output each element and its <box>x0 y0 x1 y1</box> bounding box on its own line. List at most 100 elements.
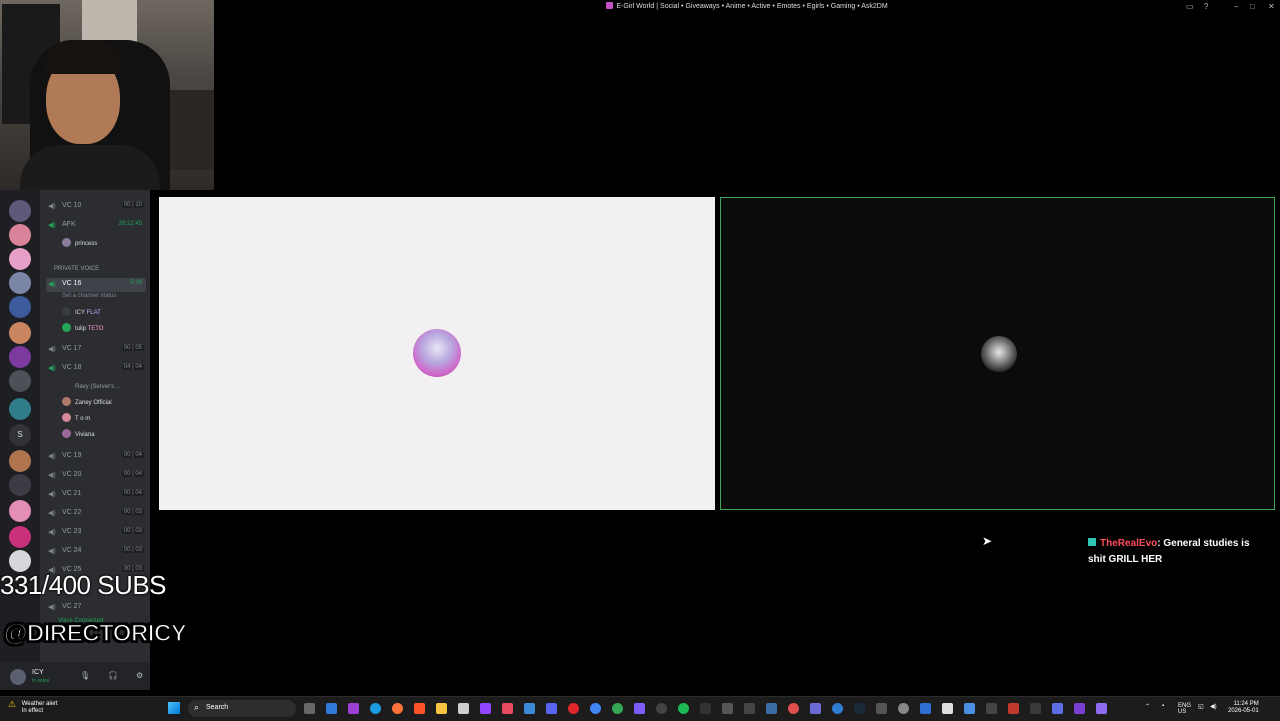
server-icon[interactable] <box>9 200 31 222</box>
voice-channel[interactable]: ◀) VC 10 00 | 10 <box>46 200 146 214</box>
app-icon[interactable] <box>1030 703 1041 714</box>
app-icon[interactable] <box>832 703 843 714</box>
server-icon[interactable] <box>9 450 31 472</box>
app-icon[interactable] <box>876 703 887 714</box>
app-icon[interactable] <box>700 703 711 714</box>
app-icon[interactable] <box>612 703 623 714</box>
category-private-voice[interactable]: PRIVATE VOICE <box>54 266 99 272</box>
taskbar-clock[interactable]: 11:24 PM 2026-05-01 <box>1228 701 1259 715</box>
voice-channel-active[interactable]: ◀) VC 16 5:16 <box>46 278 146 292</box>
server-icon[interactable] <box>9 296 31 318</box>
app-icon[interactable] <box>458 703 469 714</box>
chevron-up-icon[interactable]: ⌃ <box>1145 703 1150 710</box>
voice-user[interactable]: Zaney Official <box>62 397 112 411</box>
search-icon: ⌕ <box>194 702 200 712</box>
app-icon[interactable] <box>986 703 997 714</box>
server-letter-icon[interactable]: S <box>9 424 31 446</box>
app-icon[interactable] <box>1008 703 1019 714</box>
steam-icon[interactable] <box>854 703 865 714</box>
avatar <box>62 397 71 406</box>
chat-author: TheRealEvo <box>1100 538 1158 549</box>
microphone-icon[interactable]: 🎙 <box>80 671 90 680</box>
app-icon[interactable] <box>1052 703 1063 714</box>
voice-channel[interactable]: ◀) VC 22 00 | 03 <box>46 507 146 521</box>
voice-channel[interactable]: ◀) VC 27 <box>46 601 146 615</box>
voice-user[interactable]: ICY FLAT <box>62 307 101 321</box>
close-button[interactable]: ✕ <box>1268 2 1275 11</box>
app-icon[interactable] <box>744 703 755 714</box>
server-icon[interactable] <box>9 526 31 548</box>
headphones-icon[interactable]: 🎧 <box>108 671 118 680</box>
weather-widget[interactable]: ⚠ Weather alert In effect <box>8 700 58 715</box>
app-icon[interactable] <box>722 703 733 714</box>
windows-start-icon[interactable] <box>168 702 180 714</box>
channel-status[interactable]: Set a channel status <box>62 293 116 299</box>
stream-chat-message: TheRealEvo: General studies is shit GRIL… <box>1088 536 1268 568</box>
app-icon[interactable] <box>1074 703 1085 714</box>
app-icon[interactable] <box>898 703 909 714</box>
discord-icon[interactable] <box>546 703 557 714</box>
edge-icon[interactable] <box>370 703 381 714</box>
app-icon[interactable] <box>810 703 821 714</box>
task-view-icon[interactable] <box>304 703 315 714</box>
voice-user[interactable]: Ravy (Server's ... <box>62 381 121 395</box>
opera-icon[interactable] <box>568 703 579 714</box>
app-icon[interactable] <box>348 703 359 714</box>
voice-channel[interactable]: ◀) VC 17 00 | 05 <box>46 343 146 357</box>
voice-user[interactable]: princess <box>62 238 97 252</box>
app-icon[interactable] <box>1096 703 1107 714</box>
voice-channel[interactable]: ◀) VC 21 00 | 04 <box>46 488 146 502</box>
obs-icon[interactable] <box>656 703 667 714</box>
server-icon[interactable] <box>9 346 31 368</box>
app-icon[interactable] <box>788 703 799 714</box>
network-icon[interactable]: ◱ <box>1198 703 1204 710</box>
app-icon[interactable] <box>524 703 535 714</box>
maximize-button[interactable]: □ <box>1250 2 1255 11</box>
help-icon[interactable]: ? <box>1204 2 1208 11</box>
server-icon[interactable] <box>9 474 31 496</box>
taskbar-search[interactable]: ⌕ Search <box>188 700 296 717</box>
voice-channel[interactable]: ◀) VC 20 00 | 04 <box>46 469 146 483</box>
chrome-icon[interactable] <box>590 703 601 714</box>
language-indicator[interactable]: ENG US <box>1178 703 1191 715</box>
file-explorer-icon[interactable] <box>436 703 447 714</box>
server-icon[interactable] <box>9 272 31 294</box>
voice-user-name: princess <box>75 241 98 247</box>
app-icon[interactable] <box>942 703 953 714</box>
minimize-button[interactable]: – <box>1234 2 1238 11</box>
server-icon[interactable] <box>9 500 31 522</box>
inbox-icon[interactable]: ▭ <box>1186 2 1194 11</box>
app-icon[interactable] <box>326 703 337 714</box>
twitch-icon[interactable] <box>480 703 491 714</box>
app-icon[interactable] <box>920 703 931 714</box>
volume-icon[interactable]: ◀) <box>1210 703 1217 710</box>
server-icon[interactable] <box>9 398 31 420</box>
app-icon[interactable] <box>502 703 513 714</box>
server-icon[interactable] <box>9 322 31 344</box>
voice-channel[interactable]: ◀) VC 18 04 | 04 <box>46 362 146 376</box>
avatar <box>62 381 71 390</box>
voice-channel[interactable]: ◀) VC 19 00 | 04 <box>46 450 146 464</box>
server-icon[interactable] <box>9 224 31 246</box>
voice-channel[interactable]: ◀) VC 24 00 | 03 <box>46 545 146 559</box>
app-icon[interactable] <box>964 703 975 714</box>
brave-icon[interactable] <box>414 703 425 714</box>
app-icon[interactable] <box>634 703 645 714</box>
app-icon[interactable] <box>766 703 777 714</box>
call-tile-user-speaking[interactable] <box>720 197 1275 510</box>
voice-channel[interactable]: ◀) VC 23 00 | 03 <box>46 526 146 540</box>
voice-user[interactable]: T o m <box>62 413 90 427</box>
avatar[interactable] <box>10 669 26 685</box>
firefox-icon[interactable] <box>392 703 403 714</box>
voice-user[interactable]: Viviana <box>62 429 95 443</box>
voice-channel[interactable]: ◀) AFK 39:22:45 <box>46 219 146 233</box>
gear-icon[interactable]: ⚙ <box>136 671 143 680</box>
tray-icon[interactable]: ▪ <box>1162 703 1164 709</box>
voice-user-name: Zaney Official <box>75 400 112 406</box>
call-tile-user[interactable] <box>159 197 715 510</box>
voice-user[interactable]: tulip TETO <box>62 323 103 337</box>
server-icon[interactable] <box>9 370 31 392</box>
server-icon[interactable] <box>9 550 31 572</box>
spotify-icon[interactable] <box>678 703 689 714</box>
server-icon[interactable] <box>9 248 31 270</box>
